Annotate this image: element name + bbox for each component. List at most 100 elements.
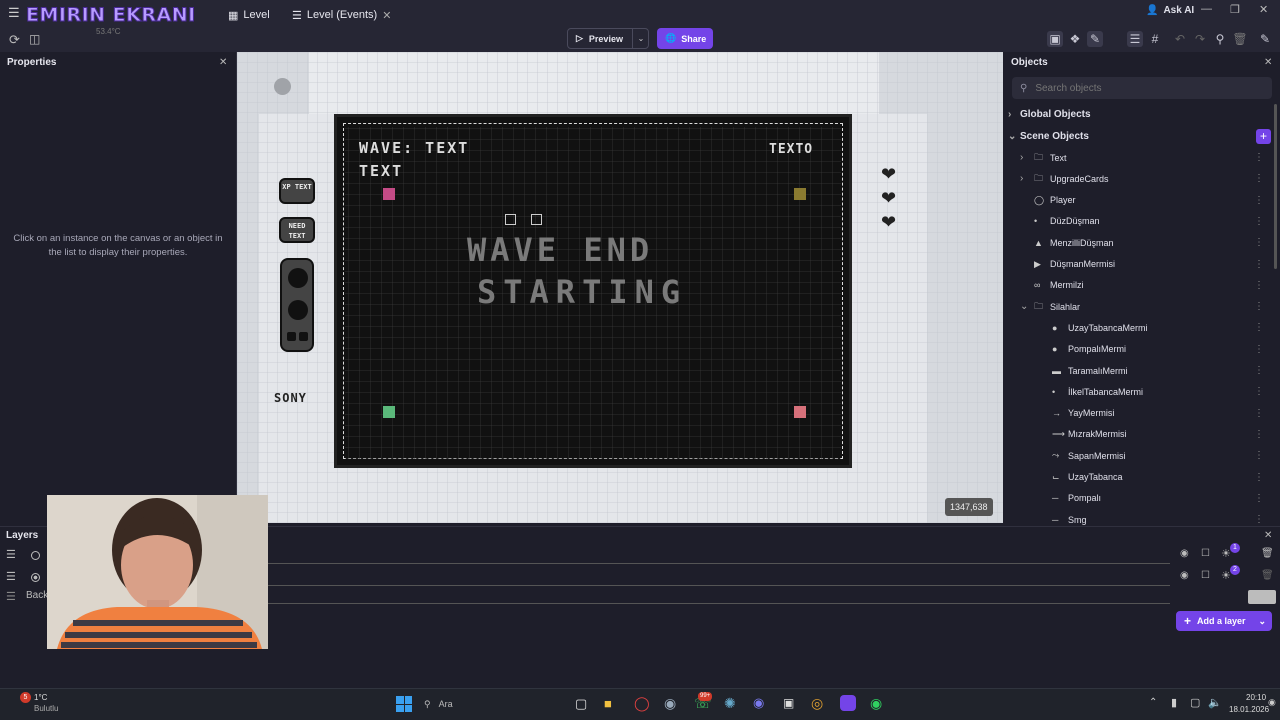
more-options-icon[interactable]: ⋮	[1254, 429, 1264, 440]
drag-handle-icon[interactable]: ☰	[6, 548, 16, 561]
object-item[interactable]: › 🗀 Text ⋮	[1008, 147, 1276, 168]
controller-panel[interactable]	[280, 258, 314, 352]
close-window-icon[interactable]: ✕	[1259, 3, 1268, 16]
object-item[interactable]: ● PompalıMermi ⋮	[1008, 339, 1276, 360]
zoom-icon[interactable]: ⚲	[1212, 31, 1228, 47]
object-item[interactable]: ∞ Mermilzi ⋮	[1008, 275, 1276, 296]
more-options-icon[interactable]: ⋮	[1254, 173, 1264, 184]
banner-line2[interactable]: STARTING	[477, 273, 687, 311]
spawn-marker-green[interactable]	[383, 406, 395, 418]
chevron-down-icon[interactable]: ⌄	[1020, 301, 1028, 312]
chrome-icon[interactable]: ◎	[811, 695, 823, 712]
more-options-icon[interactable]: ⋮	[1254, 259, 1264, 270]
eye-icon[interactable]: ◉	[1180, 570, 1189, 581]
object-item[interactable]: ● UzayTabancaMermi ⋮	[1008, 317, 1276, 338]
taskbar-search[interactable]: ⚲ Ara	[424, 695, 534, 713]
more-options-icon[interactable]: ⋮	[1254, 365, 1264, 376]
object-item[interactable]: ⟶ MızrakMermisi ⋮	[1008, 424, 1276, 445]
edit-icon[interactable]: ✎	[1087, 31, 1103, 47]
sony-logo[interactable]: SONY	[274, 391, 307, 405]
heart-icon[interactable]: ❤	[881, 212, 896, 233]
opera-icon[interactable]: ◯	[634, 695, 650, 712]
notification-icon[interactable]: ◉	[1268, 697, 1276, 708]
object-item[interactable]: ⤳ SapanMermisi ⋮	[1008, 445, 1276, 466]
weather-widget[interactable]: 5 1°C Bulutlu	[8, 692, 68, 718]
gdevelop-icon[interactable]	[840, 695, 856, 711]
object-item[interactable]: ▶ DüşmanMermisi ⋮	[1008, 254, 1276, 275]
steam-icon[interactable]: ◉	[664, 695, 676, 712]
wave-text[interactable]: WAVE: TEXT	[359, 139, 469, 157]
visibility-radio-icon[interactable]	[31, 551, 40, 560]
spawn-marker-red[interactable]	[794, 406, 806, 418]
trash-icon[interactable]: 🗑	[1261, 570, 1274, 581]
drag-handle-icon[interactable]: ☰	[6, 590, 16, 603]
grid-icon[interactable]: #	[1147, 31, 1163, 47]
texto-label[interactable]: TEXTO	[769, 142, 813, 157]
need-text-badge[interactable]: NEED TEXT	[279, 217, 315, 243]
hamburger-menu-icon[interactable]: ☰	[8, 6, 22, 19]
minimize-icon[interactable]: —	[1201, 3, 1212, 15]
more-options-icon[interactable]: ⋮	[1254, 386, 1264, 397]
app-icon[interactable]: ✺	[724, 695, 736, 712]
more-options-icon[interactable]: ⋮	[1254, 344, 1264, 355]
object-item[interactable]: ─ Pompalı ⋮	[1008, 488, 1276, 509]
close-properties-icon[interactable]: ✕	[219, 57, 227, 68]
more-options-icon[interactable]: ⋮	[1254, 408, 1264, 419]
task-view-icon[interactable]: ▢	[575, 696, 587, 712]
scene-canvas[interactable]: WAVE: TEXT TEXT TEXTO WAVE END STARTING …	[237, 52, 1003, 523]
objects-group-icon[interactable]: ❖	[1067, 31, 1083, 47]
text-label[interactable]: TEXT	[359, 162, 403, 180]
monitor-icon[interactable]: ▢	[1190, 696, 1200, 709]
lock-icon[interactable]: ☐	[1201, 570, 1210, 581]
global-objects-group[interactable]: › Global Objects	[1008, 104, 1276, 125]
more-options-icon[interactable]: ⋮	[1254, 152, 1264, 163]
delete-icon[interactable]: 🗑	[1232, 31, 1248, 47]
more-options-icon[interactable]: ⋮	[1254, 216, 1264, 227]
drag-handle-icon[interactable]: ☰	[6, 570, 16, 583]
spotify-icon[interactable]: ◉	[870, 695, 882, 712]
add-layer-button[interactable]: + Add a layer ⌄	[1176, 611, 1272, 631]
visibility-radio-icon[interactable]	[31, 573, 40, 582]
more-options-icon[interactable]: ⋮	[1254, 514, 1264, 525]
spawn-marker-pink[interactable]	[383, 188, 395, 200]
search-objects-input[interactable]	[1035, 82, 1236, 94]
spawn-marker-olive[interactable]	[794, 188, 806, 200]
more-options-icon[interactable]: ⋮	[1254, 301, 1264, 312]
heart-icon[interactable]: ❤	[881, 164, 896, 185]
banner-line1[interactable]: WAVE END	[467, 231, 653, 269]
close-objects-icon[interactable]: ✕	[1264, 57, 1272, 68]
object-item[interactable]: › 🗀 UpgradeCards ⋮	[1008, 168, 1276, 189]
ask-ai-button[interactable]: 👤 Ask AI	[1146, 5, 1194, 16]
more-options-icon[interactable]: ⋮	[1254, 450, 1264, 461]
instance-icon[interactable]	[505, 214, 516, 225]
preview-dropdown[interactable]: ⌄	[632, 28, 649, 49]
maximize-icon[interactable]: ❐	[1230, 3, 1240, 16]
search-objects-field[interactable]: ⚲	[1012, 77, 1272, 99]
background-color-swatch[interactable]	[1248, 590, 1276, 604]
more-options-icon[interactable]: ⋮	[1254, 280, 1264, 291]
speaker-icon[interactable]: 🔈	[1208, 696, 1222, 709]
windows-start-icon[interactable]	[396, 696, 412, 712]
close-layers-icon[interactable]: ✕	[1264, 530, 1272, 541]
object-item[interactable]: ⌄ 🗀 Silahlar ⋮	[1008, 296, 1276, 317]
sync-icon[interactable]: ⟳	[9, 32, 20, 48]
more-options-icon[interactable]: ⋮	[1254, 322, 1264, 333]
tab-level-events[interactable]: ☰ Level (Events) ✕	[292, 5, 391, 25]
chevron-right-icon[interactable]: ›	[1020, 152, 1023, 163]
game-viewport[interactable]: WAVE: TEXT TEXT TEXTO WAVE END STARTING	[334, 114, 852, 468]
eye-icon[interactable]: ◉	[1180, 548, 1189, 559]
object-item[interactable]: ◯ Player ⋮	[1008, 190, 1276, 211]
share-button[interactable]: 🌐 Share	[657, 28, 713, 49]
object-item[interactable]: • DüzDüşman ⋮	[1008, 211, 1276, 232]
instance-icon[interactable]	[531, 214, 542, 225]
scene-objects-group[interactable]: ⌄ Scene Objects	[1008, 126, 1276, 147]
more-options-icon[interactable]: ⋮	[1254, 472, 1264, 483]
save-icon[interactable]: ◫	[29, 32, 40, 46]
tab-level[interactable]: ▦ Level	[228, 5, 270, 25]
lock-icon[interactable]: ☐	[1201, 548, 1210, 559]
object-item[interactable]: • İlkelTabancaMermi ⋮	[1008, 381, 1276, 402]
mic-icon[interactable]: ▮	[1171, 696, 1177, 709]
app-icon[interactable]: ▣	[783, 696, 794, 710]
objects-scrollbar[interactable]	[1274, 104, 1277, 269]
layers-icon[interactable]: ☰	[1127, 31, 1143, 47]
